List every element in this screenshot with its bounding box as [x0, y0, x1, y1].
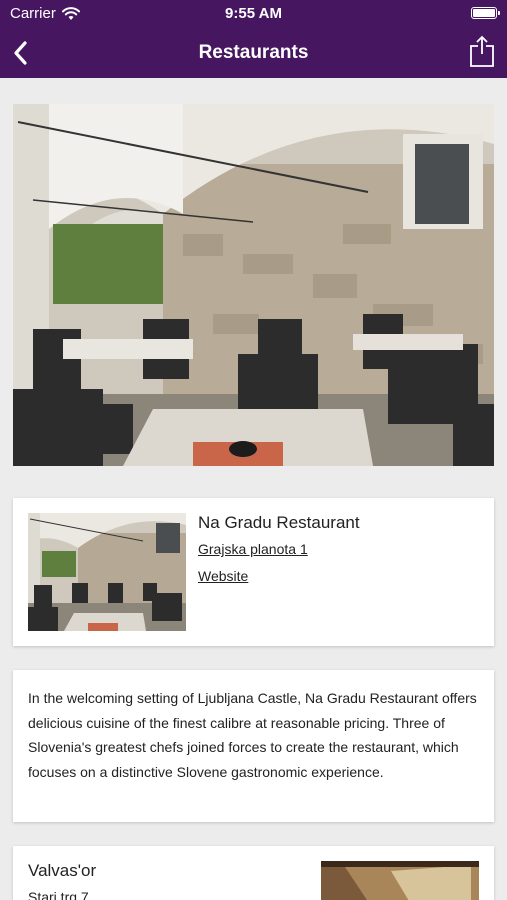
restaurant-name: Na Gradu Restaurant — [198, 513, 360, 532]
restaurant-info-card: Na Gradu Restaurant Grajska planota 1 We… — [13, 498, 494, 646]
restaurant-list-item[interactable]: Valvas'or Stari trg 7 — [13, 846, 494, 900]
navigation-bar: Restaurants — [0, 28, 507, 78]
restaurant-description: In the welcoming setting of Ljubljana Ca… — [28, 690, 477, 780]
restaurant-name: Valvas'or — [28, 861, 97, 880]
restaurant-description-card: In the welcoming setting of Ljubljana Ca… — [13, 670, 494, 822]
status-bar: Carrier 9:55 AM — [0, 0, 507, 28]
app-header: Carrier 9:55 AM Restaurants — [0, 0, 507, 78]
battery-icon — [471, 7, 500, 19]
restaurant-hero-image — [13, 104, 494, 466]
restaurant-thumbnail[interactable] — [321, 861, 479, 900]
restaurant-address-link[interactable]: Stari trg 7 — [28, 889, 89, 900]
share-button[interactable] — [469, 34, 495, 68]
page-title: Restaurants — [198, 42, 309, 63]
restaurant-address-link[interactable]: Grajska planota 1 — [198, 541, 308, 557]
restaurant-website-link[interactable]: Website — [198, 568, 248, 584]
restaurant-thumbnail[interactable] — [28, 513, 186, 631]
status-time: 9:55 AM — [225, 5, 282, 22]
